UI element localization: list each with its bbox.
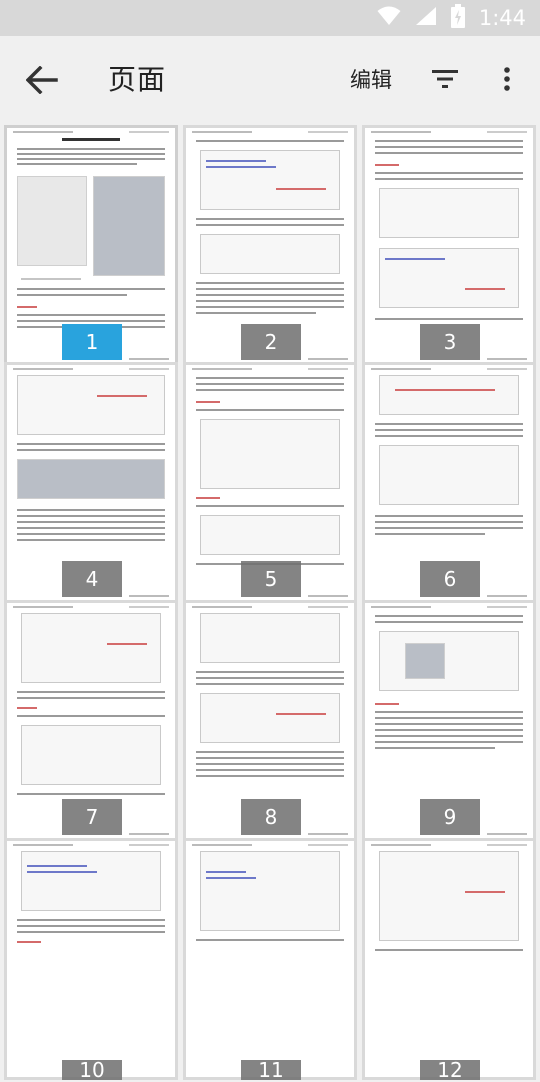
arrow-back-icon (26, 66, 58, 94)
page-title: 页面 (108, 63, 167, 96)
page-number-badge: 2 (241, 324, 301, 360)
page-thumbnail-9[interactable]: 9 (362, 600, 536, 842)
page-thumbnail-grid: 1 2 3 4 5 6 7 8 9 10 11 12 (0, 120, 540, 1082)
page-number-badge: 4 (62, 561, 122, 597)
page-preview (365, 841, 533, 1077)
page-thumbnail-8[interactable]: 8 (183, 600, 357, 842)
page-thumbnail-10[interactable]: 10 (4, 838, 178, 1082)
page-thumbnail-1[interactable]: 1 (4, 125, 178, 367)
status-icons: 1:44 (377, 0, 526, 36)
filter-list-icon (432, 70, 458, 88)
page-number-badge: 11 (241, 1058, 301, 1082)
page-number-badge: 10 (62, 1058, 122, 1082)
page-number-badge: 8 (241, 799, 301, 835)
app-bar: 页面 编辑 (0, 36, 540, 120)
page-thumbnail-5[interactable]: 5 (183, 362, 357, 604)
wifi-icon (377, 6, 401, 30)
page-thumbnail-6[interactable]: 6 (362, 362, 536, 604)
page-number-badge: 12 (420, 1058, 480, 1082)
page-thumbnail-2[interactable]: 2 (183, 125, 357, 367)
page-thumbnail-7[interactable]: 7 (4, 600, 178, 842)
battery-icon (450, 4, 465, 32)
edit-button[interactable]: 编辑 (350, 64, 392, 94)
status-bar: 1:44 (0, 0, 540, 36)
page-thumbnail-3[interactable]: 3 (362, 125, 536, 367)
page-number-badge: 3 (420, 324, 480, 360)
page-number-badge: 9 (420, 799, 480, 835)
page-number-badge: 7 (62, 799, 122, 835)
page-thumbnail-12[interactable]: 12 (362, 838, 536, 1082)
page-preview (7, 841, 175, 1077)
more-vert-icon (504, 67, 510, 91)
clock: 1:44 (478, 6, 526, 30)
page-number-badge: 1 (62, 324, 122, 360)
page-thumbnail-4[interactable]: 4 (4, 362, 178, 604)
signal-icon (415, 6, 437, 30)
page-number-badge: 5 (241, 561, 301, 597)
page-preview (186, 841, 354, 1077)
more-options-button[interactable] (494, 62, 520, 96)
page-number-badge: 6 (420, 561, 480, 597)
page-thumbnail-11[interactable]: 11 (183, 838, 357, 1082)
back-button[interactable] (20, 58, 64, 102)
sort-filter-button[interactable] (428, 62, 462, 96)
